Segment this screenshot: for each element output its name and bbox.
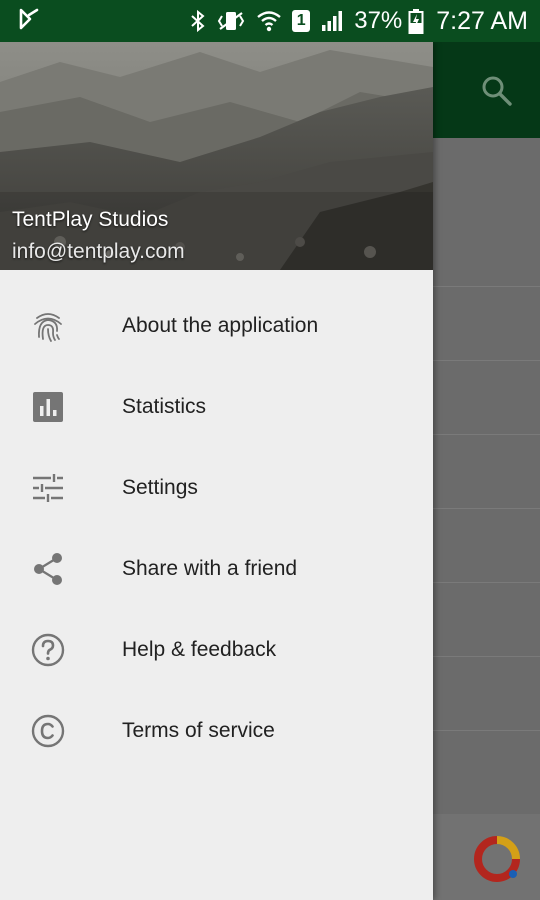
navigation-drawer: TentPlay Studios info@tentplay.com About… — [0, 42, 433, 900]
share-icon — [30, 551, 66, 587]
status-bar: 1 37% 7:27 AM — [0, 0, 540, 42]
account-name: TentPlay Studios — [12, 208, 169, 231]
app-notification-icon — [18, 7, 42, 36]
bar-chart-icon — [30, 389, 66, 425]
sim-icon: 1 — [292, 10, 311, 32]
account-email: info@tentplay.com — [12, 240, 185, 263]
menu-label: Settings — [122, 475, 198, 499]
header-landscape-image — [0, 42, 433, 270]
drawer-menu: About the application Statistics Setting… — [0, 285, 433, 771]
status-right: 1 37% 7:27 AM — [190, 7, 528, 36]
fingerprint-icon — [30, 308, 66, 344]
battery-charging-icon — [408, 8, 424, 34]
menu-label: About the application — [122, 313, 319, 337]
copyright-icon — [30, 713, 66, 749]
menu-item-settings[interactable]: Settings — [0, 447, 433, 528]
clock: 7:27 AM — [436, 6, 528, 35]
drawer-header: TentPlay Studios info@tentplay.com — [0, 42, 433, 270]
menu-item-statistics[interactable]: Statistics — [0, 366, 433, 447]
bluetooth-icon — [190, 9, 206, 33]
signal-icon — [320, 9, 344, 33]
menu-item-share[interactable]: Share with a friend — [0, 528, 433, 609]
app-logo-icon — [472, 834, 522, 889]
menu-label: Help & feedback — [122, 637, 277, 661]
status-left — [18, 7, 42, 36]
menu-item-help[interactable]: Help & feedback — [0, 609, 433, 690]
battery-percent: 37% — [354, 7, 403, 34]
vibrate-icon — [216, 9, 246, 33]
menu-label: Terms of service — [122, 718, 275, 742]
menu-label: Share with a friend — [122, 556, 298, 580]
help-icon — [30, 632, 66, 668]
sliders-icon — [30, 470, 66, 506]
menu-label: Statistics — [122, 394, 207, 418]
menu-item-terms[interactable]: Terms of service — [0, 690, 433, 771]
wifi-icon — [256, 9, 282, 33]
menu-item-about[interactable]: About the application — [0, 285, 433, 366]
search-icon[interactable] — [480, 74, 514, 113]
